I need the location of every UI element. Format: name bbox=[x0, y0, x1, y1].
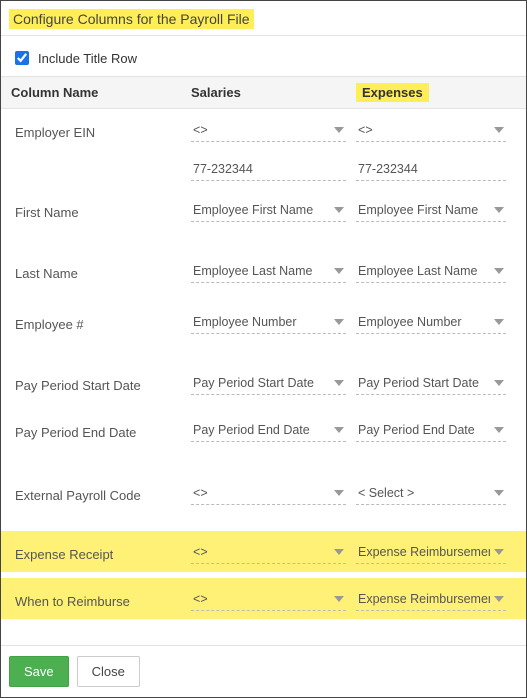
chevron-down-icon bbox=[494, 488, 504, 498]
dropdown-value: Pay Period Start Date bbox=[358, 376, 490, 390]
row-label: External Payroll Code bbox=[11, 482, 191, 509]
table-row: Last NameEmployee Last NameEmployee Last… bbox=[1, 250, 526, 291]
custom-value-row: 77-232344 77-232344 bbox=[1, 150, 526, 185]
save-button[interactable]: Save bbox=[9, 656, 69, 687]
expenses-dropdown[interactable]: Expense Reimbursement bbox=[356, 541, 506, 564]
row-label: Employer EIN bbox=[11, 119, 191, 146]
salaries-dropdown[interactable]: <> bbox=[191, 482, 346, 505]
dropdown-value: <> bbox=[193, 486, 330, 500]
salaries-dropdown[interactable]: Pay Period Start Date bbox=[191, 372, 346, 395]
expenses-dropdown[interactable]: Pay Period Start Date bbox=[356, 372, 506, 395]
dropdown-value: Employee Last Name bbox=[358, 264, 490, 278]
chevron-down-icon bbox=[494, 425, 504, 435]
salaries-dropdown[interactable]: <> bbox=[191, 119, 346, 142]
header-expenses-text: Expenses bbox=[356, 83, 429, 102]
dropdown-value: Employee Last Name bbox=[193, 264, 330, 278]
header-expenses: Expenses bbox=[356, 85, 506, 100]
dropdown-value: Pay Period Start Date bbox=[193, 376, 330, 390]
salaries-dropdown[interactable]: Employee First Name bbox=[191, 199, 346, 222]
chevron-down-icon bbox=[494, 547, 504, 557]
dialog-footer: Save Close bbox=[1, 645, 526, 697]
dropdown-value: <> bbox=[358, 123, 490, 137]
chevron-down-icon bbox=[494, 125, 504, 135]
chevron-down-icon bbox=[334, 378, 344, 388]
dropdown-value: Pay Period End Date bbox=[193, 423, 330, 437]
close-button[interactable]: Close bbox=[77, 656, 140, 687]
chevron-down-icon bbox=[334, 594, 344, 604]
chevron-down-icon bbox=[494, 594, 504, 604]
expenses-dropdown[interactable]: <> bbox=[356, 119, 506, 142]
chevron-down-icon bbox=[334, 205, 344, 215]
row-label: Pay Period End Date bbox=[11, 419, 191, 446]
chevron-down-icon bbox=[494, 266, 504, 276]
dropdown-value: Employee Number bbox=[193, 315, 330, 329]
include-title-row-checkbox[interactable] bbox=[15, 51, 29, 65]
dialog-frame: Configure Columns for the Payroll File I… bbox=[0, 0, 527, 698]
table-row: First NameEmployee First NameEmployee Fi… bbox=[1, 189, 526, 230]
table-row: Pay Period End DatePay Period End DatePa… bbox=[1, 409, 526, 450]
salaries-dropdown[interactable]: <> bbox=[191, 588, 346, 611]
chevron-down-icon bbox=[494, 205, 504, 215]
row-label: Pay Period Start Date bbox=[11, 372, 191, 399]
expenses-dropdown[interactable]: Employee Last Name bbox=[356, 260, 506, 283]
expenses-dropdown[interactable]: Employee First Name bbox=[356, 199, 506, 222]
chevron-down-icon bbox=[494, 378, 504, 388]
dropdown-value: <> bbox=[193, 592, 330, 606]
divider bbox=[1, 35, 526, 36]
row-label: Employee # bbox=[11, 311, 191, 338]
chevron-down-icon bbox=[494, 317, 504, 327]
dialog-title-text: Configure Columns for the Payroll File bbox=[9, 9, 254, 29]
chevron-down-icon bbox=[334, 425, 344, 435]
table-row: Expense Receipt<> Expense Reimbursement bbox=[1, 531, 526, 572]
dropdown-value: < Select > bbox=[358, 486, 490, 500]
dropdown-value: Expense Reimbursement bbox=[358, 592, 490, 606]
header-salaries: Salaries bbox=[191, 85, 356, 100]
table-header: Column Name Salaries Expenses bbox=[1, 76, 526, 109]
row-label: Expense Receipt bbox=[11, 541, 191, 568]
dropdown-value: <> bbox=[193, 123, 330, 137]
dropdown-value: Employee First Name bbox=[358, 203, 490, 217]
expenses-dropdown[interactable]: Pay Period End Date bbox=[356, 419, 506, 442]
salaries-dropdown[interactable]: Employee Number bbox=[191, 311, 346, 334]
chevron-down-icon bbox=[334, 547, 344, 557]
salaries-dropdown[interactable]: <> bbox=[191, 541, 346, 564]
row-label: When to Reimburse bbox=[11, 588, 191, 615]
dropdown-value: <> bbox=[193, 545, 330, 559]
salaries-dropdown[interactable]: Pay Period End Date bbox=[191, 419, 346, 442]
dropdown-value: Employee First Name bbox=[193, 203, 330, 217]
row-label: Last Name bbox=[11, 260, 191, 287]
table-row: When to Reimburse<> Expense Reimbursement bbox=[1, 578, 526, 619]
table-row: Pay Period Start DatePay Period Start Da… bbox=[1, 362, 526, 403]
dialog-body: Include Title Row Column Name Salaries E… bbox=[1, 35, 526, 649]
chevron-down-icon bbox=[334, 488, 344, 498]
table-row: Employee #Employee NumberEmployee Number bbox=[1, 301, 526, 342]
chevron-down-icon bbox=[334, 266, 344, 276]
salaries-dropdown[interactable]: Employee Last Name bbox=[191, 260, 346, 283]
rows-container: Employer EIN<><>77-23234477-232344First … bbox=[1, 109, 526, 625]
table-row: Employer EIN<><> bbox=[1, 109, 526, 150]
expenses-dropdown[interactable]: Expense Reimbursement bbox=[356, 588, 506, 611]
dropdown-value: Employee Number bbox=[358, 315, 490, 329]
chevron-down-icon bbox=[334, 317, 344, 327]
row-label: First Name bbox=[11, 199, 191, 226]
chevron-down-icon bbox=[334, 125, 344, 135]
include-title-row: Include Title Row bbox=[1, 42, 526, 76]
dropdown-value: Expense Reimbursement bbox=[358, 545, 490, 559]
header-column-name: Column Name bbox=[11, 85, 191, 100]
include-title-row-label: Include Title Row bbox=[38, 51, 137, 66]
expenses-dropdown[interactable]: < Select > bbox=[356, 482, 506, 505]
salaries-custom-value[interactable]: 77-232344 bbox=[191, 158, 346, 181]
table-row: External Payroll Code<> < Select > bbox=[1, 472, 526, 513]
dialog-title: Configure Columns for the Payroll File bbox=[1, 1, 526, 35]
expenses-dropdown[interactable]: Employee Number bbox=[356, 311, 506, 334]
expenses-custom-value[interactable]: 77-232344 bbox=[356, 158, 506, 181]
dropdown-value: Pay Period End Date bbox=[358, 423, 490, 437]
